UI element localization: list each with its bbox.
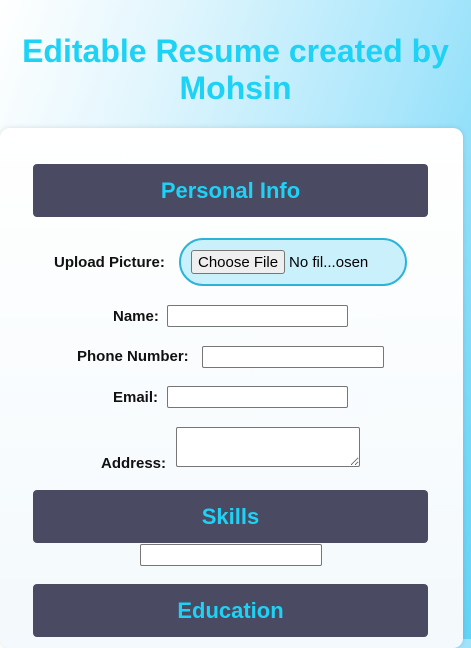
section-header-skills: Skills <box>33 490 428 543</box>
file-status-text: No fil...osen <box>289 253 369 271</box>
email-label: Email: <box>113 389 159 406</box>
section-header-personal-info: Personal Info <box>33 164 428 217</box>
email-input[interactable] <box>167 386 348 408</box>
name-input[interactable] <box>167 305 348 327</box>
address-label: Address: <box>101 455 167 472</box>
phone-number-input[interactable] <box>202 346 384 368</box>
name-label: Name: <box>113 308 159 325</box>
choose-file-button[interactable]: Choose File <box>191 250 286 274</box>
page-title: Editable Resume created by Mohsin <box>22 33 449 106</box>
address-textarea[interactable] <box>176 427 360 467</box>
file-upload-wrapper: Choose File No fil...osen <box>179 238 407 286</box>
section-header-education: Education <box>33 584 428 637</box>
skills-input[interactable] <box>140 544 322 566</box>
phone-number-label: Phone Number: <box>77 348 189 365</box>
upload-picture-label: Upload Picture: <box>54 254 165 271</box>
